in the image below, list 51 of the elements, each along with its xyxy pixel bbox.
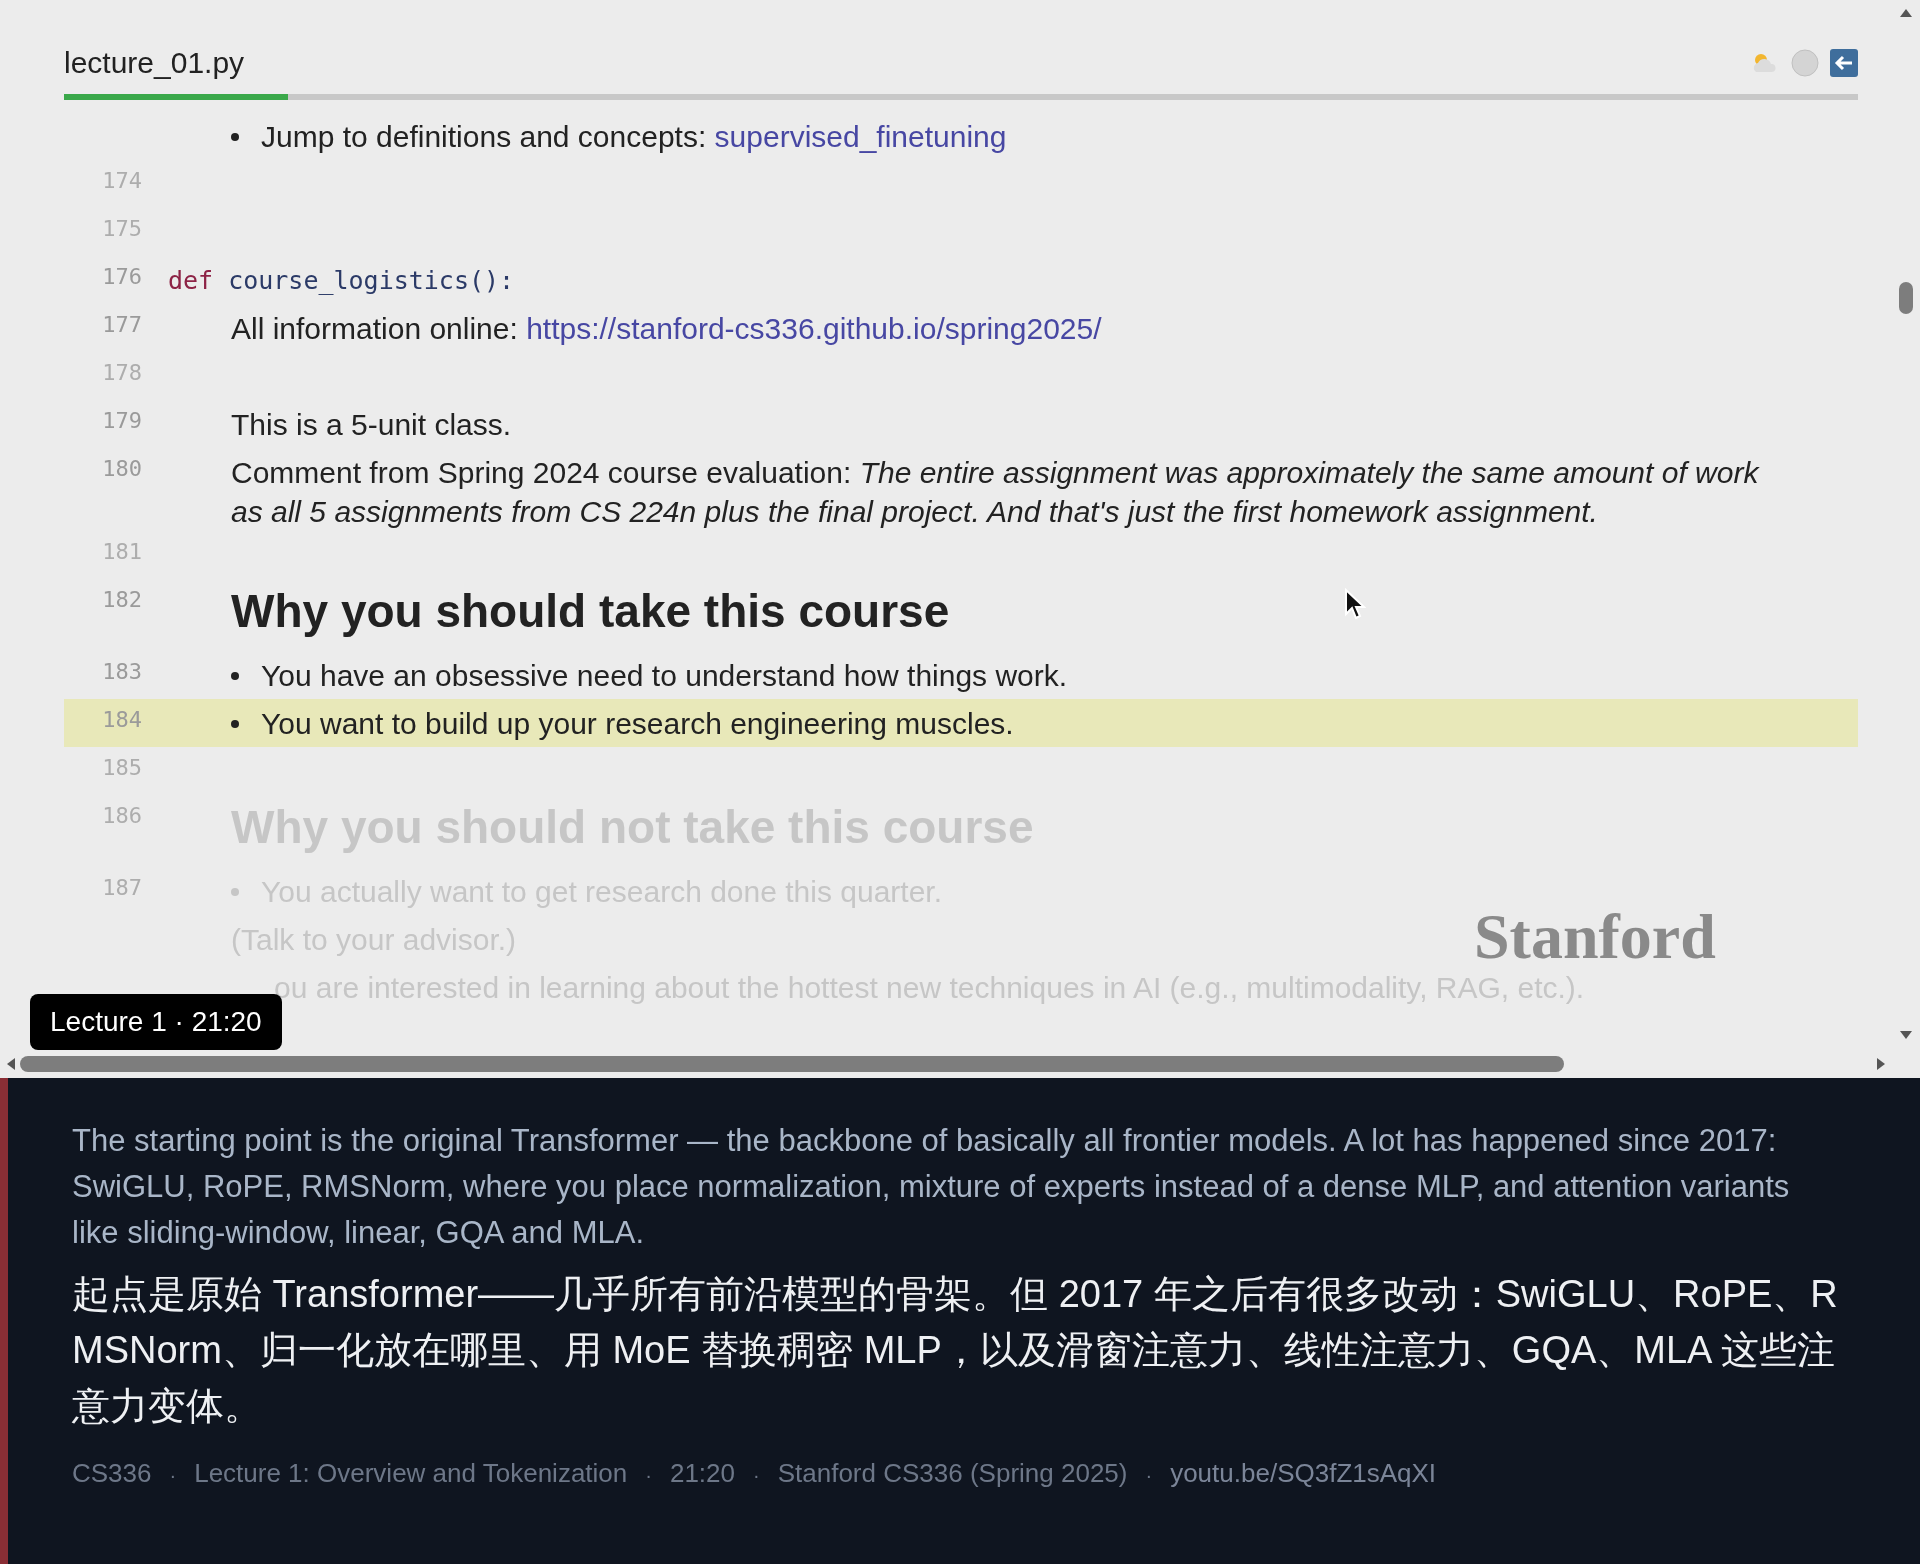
scroll-up-icon[interactable]: [1899, 8, 1913, 18]
line-number: 183: [101, 658, 142, 684]
separator-dot: ·: [169, 1464, 177, 1487]
function-name: course_logistics():: [228, 265, 515, 297]
line-number: 177: [101, 311, 142, 337]
text-line: This is a 5-unit class.: [231, 408, 512, 441]
bullet-text: You have an obsessive need to understand how things work.: [261, 659, 1068, 692]
video-link[interactable]: youtu.be/SQ3fZ1sAqXI: [1170, 1458, 1437, 1489]
logo-text: Stanford: [1474, 905, 1716, 969]
line-number: 182: [101, 586, 142, 612]
line-number: 185: [101, 754, 142, 780]
separator-dot: ·: [753, 1464, 760, 1487]
line-number: 178: [101, 359, 142, 385]
line-number: 175: [101, 215, 142, 241]
separator-dot: ·: [1145, 1464, 1153, 1487]
bullet-icon: [231, 133, 239, 141]
section-heading: Why you should take this course: [231, 584, 950, 639]
footer-text: 21:20: [669, 1458, 736, 1489]
vertical-scrollbar-thumb[interactable]: [1899, 282, 1913, 314]
bullet-icon: [231, 888, 239, 896]
text-line: Comment from Spring 2024 course evaluation: The entire assignment was approximately the same amount of work as all 5 assignments from CS 224n plus the final project. And that's just the first homework assignment.: [231, 456, 1759, 528]
line-number: 179: [101, 407, 142, 433]
link[interactable]: https://stanford-cs336.github.io/spring2025/: [526, 312, 1102, 345]
line-number: 176: [101, 263, 142, 289]
horizontal-scrollbar-thumb[interactable]: [20, 1056, 1564, 1072]
line-number: 180: [101, 455, 142, 481]
bullet-icon: [231, 672, 239, 680]
line-number: 181: [101, 538, 142, 564]
separator-dot: ·: [645, 1464, 652, 1487]
mouse-pointer-icon: [1344, 588, 1366, 622]
timestamp-badge: Lecture 1 · 21:20: [30, 994, 282, 1050]
arrow-left-icon[interactable]: [1830, 49, 1858, 77]
english-caption: The starting point is the original Transformer — the backbone of basically all frontier models. A lot has happened since 2017: SwiGLU, RoPE, RMSNorm, where you place normalization, mixture of experts instead of a dense MLP, and attention variants like sliding-window, linear, GQA and MLA.: [72, 1122, 1791, 1252]
line-number: 187: [101, 874, 142, 900]
footer-text: Lecture 1: Overview and Tokenization: [194, 1458, 628, 1489]
link[interactable]: supervised_finetuning: [714, 120, 1007, 153]
bullet-icon: [231, 720, 239, 728]
scroll-right-icon[interactable]: [1876, 1057, 1886, 1071]
text-line: All information online:: [231, 312, 519, 345]
chinese-caption: 起点是原始 Transformer——几乎所有前沿模型的骨架。但 2017 年之后有很多改动：SwiGLU、RoPE、RMSNorm、归一化放在哪里、用 MoE 替换稠密 MLP，以及滑窗注意力、线性注意力、GQA、MLA 这些注意力变体。: [72, 1272, 1839, 1429]
file-tab[interactable]: lecture_01.py: [64, 46, 245, 80]
scroll-left-icon[interactable]: [6, 1057, 16, 1071]
line-number: 186: [101, 802, 142, 828]
code-keyword: def: [168, 265, 214, 297]
line-number: 184: [101, 706, 142, 732]
bullet-text: You want to build up your research engineering muscles.: [261, 707, 1014, 740]
footer-text: CS336: [72, 1458, 152, 1489]
line-number: 174: [101, 167, 142, 193]
scroll-down-icon[interactable]: [1899, 1030, 1913, 1040]
bullet-text: Jump to definitions and concepts:: [261, 120, 708, 153]
footer-text: Stanford CS336 (Spring 2025): [777, 1458, 1128, 1489]
